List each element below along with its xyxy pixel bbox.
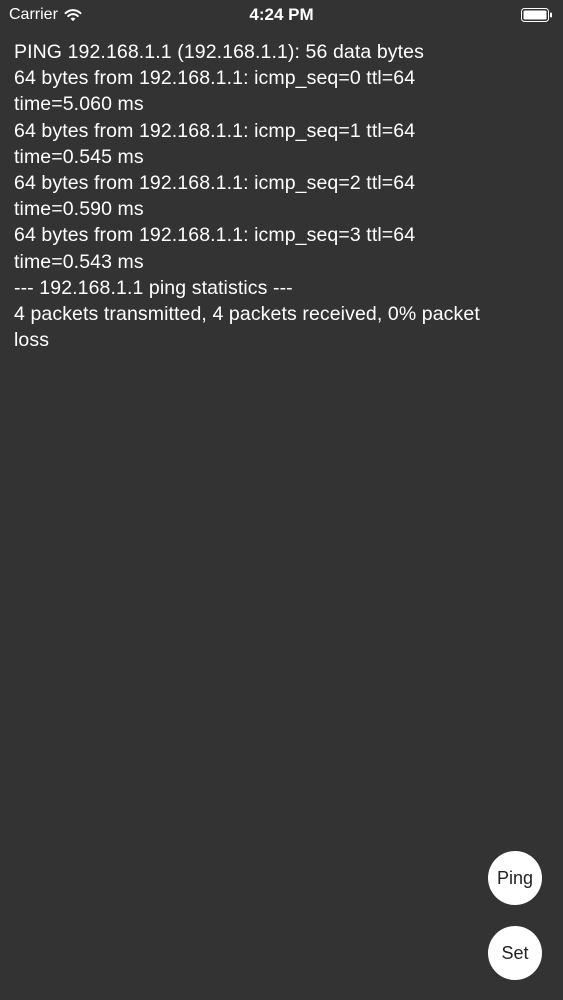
output-line: --- 192.168.1.1 ping statistics --- bbox=[14, 276, 293, 299]
status-bar: Carrier 4:24 PM bbox=[0, 0, 563, 30]
output-line: time=0.545 ms bbox=[14, 145, 144, 168]
output-line: 4 packets transmitted, 4 packets receive… bbox=[14, 303, 480, 326]
output-line: PING 192.168.1.1 (192.168.1.1): 56 data … bbox=[14, 41, 424, 63]
output-line: 64 bytes from 192.168.1.1: icmp_seq=0 tt… bbox=[14, 67, 416, 90]
output-line: 64 bytes from 192.168.1.1: icmp_seq=2 tt… bbox=[14, 172, 416, 195]
ping-output: PING 192.168.1.1 (192.168.1.1): 56 data … bbox=[14, 39, 534, 353]
output-line: time=5.060 ms bbox=[14, 93, 144, 116]
output-line: time=0.590 ms bbox=[14, 198, 144, 221]
output-line: time=0.543 ms bbox=[14, 250, 144, 273]
output-line: loss bbox=[14, 329, 50, 352]
output-line: 64 bytes from 192.168.1.1: icmp_seq=1 tt… bbox=[14, 119, 416, 142]
set-button[interactable]: Set bbox=[488, 926, 542, 980]
status-time: 4:24 PM bbox=[249, 5, 314, 24]
ping-button[interactable]: Ping bbox=[488, 851, 542, 905]
battery-full-icon bbox=[521, 8, 552, 22]
output-line: 64 bytes from 192.168.1.1: icmp_seq=3 tt… bbox=[14, 224, 416, 247]
